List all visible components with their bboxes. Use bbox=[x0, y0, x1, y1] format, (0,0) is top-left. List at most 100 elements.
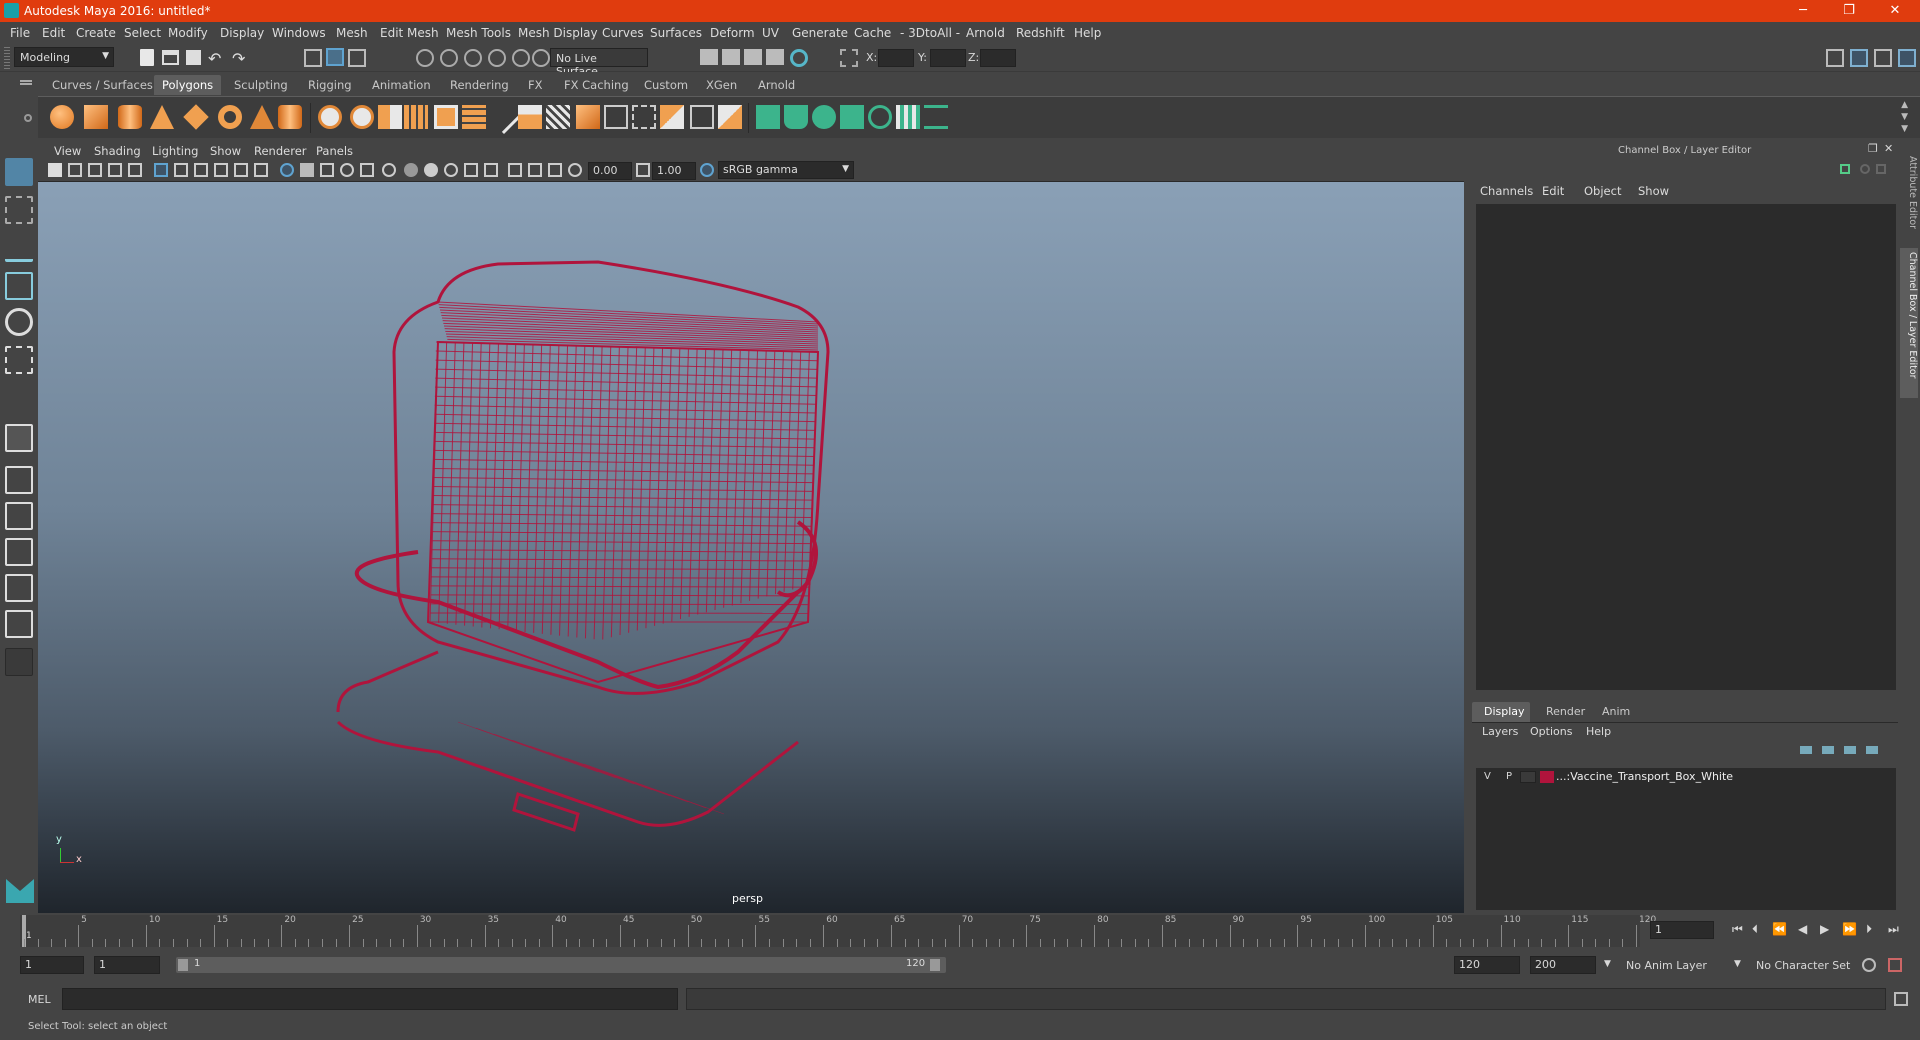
grip-handle-icon[interactable] bbox=[4, 47, 10, 69]
tab-custom[interactable]: Custom bbox=[636, 75, 696, 95]
go-to-start-icon[interactable]: ⏮ bbox=[1732, 922, 1743, 937]
undo-icon[interactable]: ↶ bbox=[208, 49, 226, 68]
speed-icon[interactable] bbox=[1860, 164, 1870, 174]
offset-edge-loop-icon[interactable] bbox=[632, 105, 656, 129]
2d-pan-zoom-icon[interactable] bbox=[128, 163, 142, 177]
layer-playback[interactable]: P bbox=[1506, 771, 1512, 782]
more-layouts-icon[interactable] bbox=[5, 648, 33, 676]
move-layer-up-icon[interactable] bbox=[1800, 746, 1812, 754]
tab-render[interactable]: Render bbox=[1542, 702, 1589, 722]
options-menu[interactable]: Options bbox=[1530, 725, 1572, 738]
motion-blur-icon[interactable] bbox=[444, 163, 458, 177]
persp-graph-icon[interactable] bbox=[5, 538, 33, 566]
tab-sculpting[interactable]: Sculpting bbox=[226, 75, 296, 95]
minimize-button[interactable]: ─ bbox=[1780, 0, 1826, 22]
range-start-handle[interactable] bbox=[178, 959, 188, 971]
panel-menu-view[interactable]: View bbox=[54, 144, 81, 158]
command-input[interactable] bbox=[62, 988, 678, 1010]
xray-joints-icon[interactable] bbox=[548, 163, 562, 177]
wireframe-on-shaded-icon[interactable] bbox=[340, 163, 354, 177]
script-language-label[interactable]: MEL bbox=[28, 993, 51, 1006]
current-frame-field[interactable]: 1 bbox=[1650, 921, 1714, 939]
use-default-material-icon[interactable] bbox=[320, 163, 334, 177]
view-transform-dropdown[interactable]: sRGB gamma ▼ bbox=[718, 161, 854, 179]
move-tool-icon[interactable] bbox=[5, 272, 33, 300]
tab-xgen[interactable]: XGen bbox=[698, 75, 745, 95]
field-chart-icon[interactable] bbox=[234, 163, 248, 177]
character-set-dropdown[interactable]: No Character Set bbox=[1750, 956, 1870, 976]
close-panel-icon[interactable]: ✕ bbox=[1884, 142, 1893, 155]
depth-of-field-icon[interactable] bbox=[484, 163, 498, 177]
tab-arnold[interactable]: Arnold bbox=[750, 75, 803, 95]
menu-windows[interactable]: Windows bbox=[272, 26, 326, 40]
separate-icon[interactable] bbox=[350, 105, 374, 129]
open-scene-icon[interactable] bbox=[162, 50, 179, 65]
z-field[interactable] bbox=[980, 49, 1016, 67]
textured-icon[interactable] bbox=[360, 163, 374, 177]
attribute-editor-toggle-icon[interactable] bbox=[1850, 49, 1868, 67]
select-object-icon[interactable] bbox=[326, 48, 344, 66]
menu-edit[interactable]: Edit bbox=[42, 26, 65, 40]
mirror-icon[interactable] bbox=[378, 105, 402, 129]
render-frame-icon[interactable] bbox=[722, 49, 740, 65]
xray-icon[interactable] bbox=[528, 163, 542, 177]
lasso-tool-icon[interactable] bbox=[5, 196, 33, 224]
hypershade-icon[interactable] bbox=[790, 49, 808, 67]
shadows-icon[interactable] bbox=[404, 163, 418, 177]
poly-pyramid-icon[interactable] bbox=[250, 105, 274, 129]
uv-cut-sew-icon[interactable] bbox=[924, 105, 948, 129]
merge-icon[interactable] bbox=[718, 105, 742, 129]
playback-end-field[interactable]: 120 bbox=[1454, 956, 1520, 974]
anti-aliasing-icon[interactable] bbox=[464, 163, 478, 177]
tool-settings-icon[interactable] bbox=[1874, 49, 1892, 67]
menu-deform[interactable]: Deform bbox=[710, 26, 755, 40]
auto-key-icon[interactable] bbox=[1862, 958, 1876, 972]
step-forward-key-icon[interactable]: ⏩ bbox=[1842, 922, 1857, 936]
menu-edit-mesh[interactable]: Edit Mesh bbox=[380, 26, 439, 40]
poly-cylinder-icon[interactable] bbox=[118, 105, 142, 129]
float-panel-icon[interactable]: ❐ bbox=[1868, 142, 1878, 155]
uv-spherical-icon[interactable] bbox=[812, 105, 836, 129]
scale-tool-icon[interactable] bbox=[5, 346, 33, 374]
bookmarks-icon[interactable] bbox=[88, 163, 102, 177]
layer-row[interactable]: V P ...:Vaccine_Transport_Box_White bbox=[1476, 768, 1896, 786]
safe-action-icon[interactable] bbox=[254, 163, 268, 177]
smooth-shade-icon[interactable] bbox=[300, 163, 314, 177]
new-layer-selected-icon[interactable] bbox=[1866, 746, 1878, 754]
panel-menu-show[interactable]: Show bbox=[210, 144, 241, 158]
smooth-icon[interactable] bbox=[404, 105, 428, 129]
lighting-icon[interactable] bbox=[382, 163, 396, 177]
play-forwards-icon[interactable]: ▶ bbox=[1820, 922, 1829, 936]
tab-curves-surfaces[interactable]: Curves / Surfaces bbox=[44, 75, 161, 95]
uv-planar-icon[interactable] bbox=[756, 105, 780, 129]
close-button[interactable]: ✕ bbox=[1872, 0, 1918, 22]
camera-attributes-icon[interactable] bbox=[68, 163, 82, 177]
panel-menu-shading[interactable]: Shading bbox=[94, 144, 141, 158]
bevel-icon[interactable] bbox=[576, 105, 600, 129]
channels-show-menu[interactable]: Show bbox=[1638, 184, 1669, 198]
menu-modify[interactable]: Modify bbox=[168, 26, 208, 40]
layer-color-swatch[interactable] bbox=[1540, 771, 1554, 783]
ipr-render-icon[interactable] bbox=[744, 49, 762, 65]
append-to-polygon-icon[interactable] bbox=[660, 105, 684, 129]
resolution-gate-icon[interactable] bbox=[194, 163, 208, 177]
tab-rigging[interactable]: Rigging bbox=[300, 75, 360, 95]
film-gate-icon[interactable] bbox=[174, 163, 188, 177]
tab-display[interactable]: Display bbox=[1472, 702, 1530, 722]
tab-animation[interactable]: Animation bbox=[364, 75, 439, 95]
channels-object-menu[interactable]: Object bbox=[1584, 184, 1621, 198]
exposure-icon[interactable] bbox=[568, 163, 582, 177]
step-back-frame-icon[interactable]: ⏴ bbox=[1752, 922, 1758, 937]
menu-file[interactable]: File bbox=[10, 26, 30, 40]
snap-vertex-icon[interactable] bbox=[532, 49, 550, 67]
four-view-icon[interactable] bbox=[5, 466, 33, 494]
extract-icon[interactable] bbox=[462, 105, 486, 129]
redo-icon[interactable]: ↷ bbox=[232, 49, 250, 68]
menu-surfaces[interactable]: Surfaces bbox=[650, 26, 702, 40]
anim-layer-dropdown[interactable]: No Anim Layer bbox=[1620, 956, 1740, 976]
menu-mesh[interactable]: Mesh bbox=[336, 26, 368, 40]
bridge-icon[interactable] bbox=[546, 105, 570, 129]
fill-hole-icon[interactable] bbox=[690, 105, 714, 129]
side-tab-attribute-editor[interactable]: Attribute Editor bbox=[1900, 152, 1918, 242]
layer-help-menu[interactable]: Help bbox=[1586, 725, 1611, 738]
